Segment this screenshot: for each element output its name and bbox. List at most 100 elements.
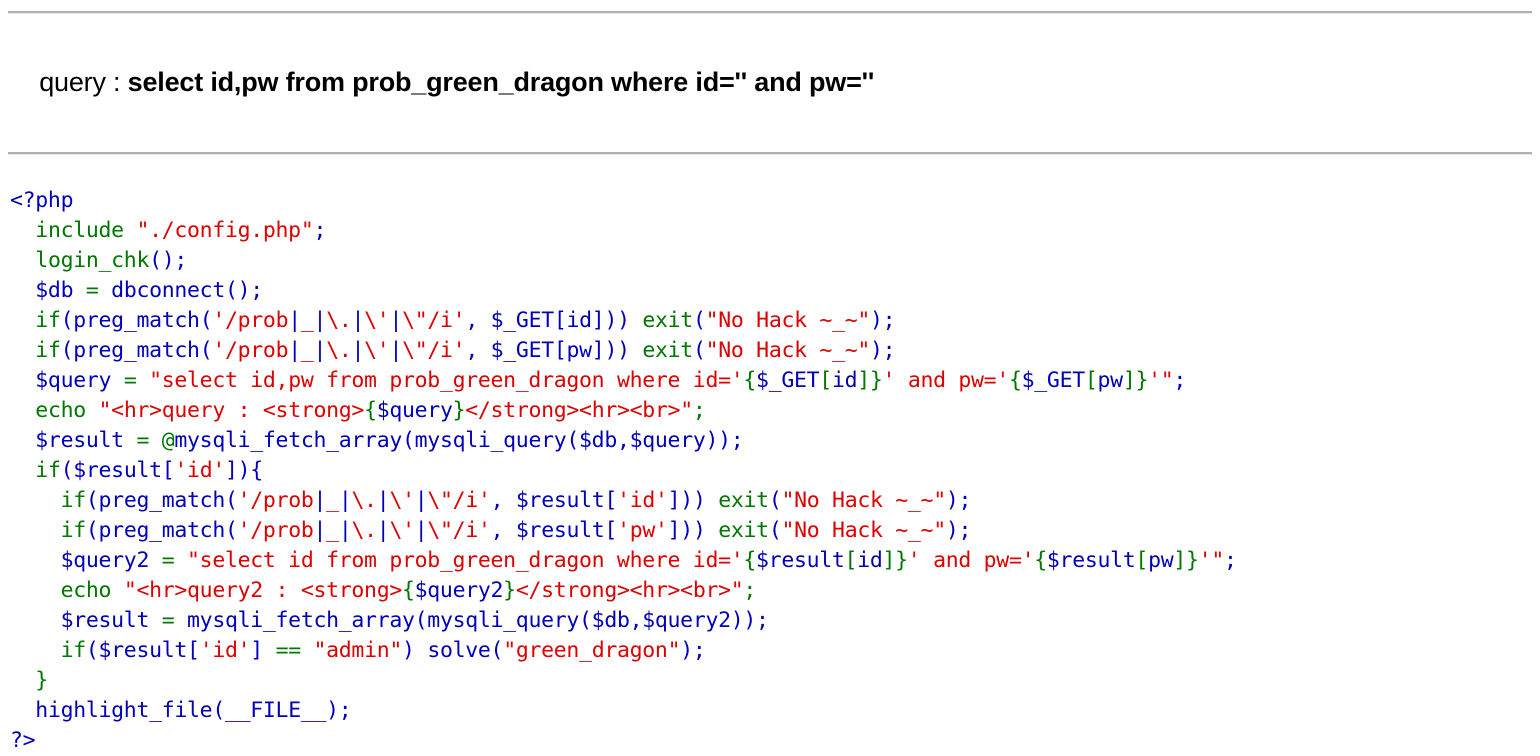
code-token: </strong><hr><br>" bbox=[465, 398, 693, 423]
code-token: = bbox=[85, 278, 112, 303]
code-token: , $result[ bbox=[490, 488, 618, 513]
code-token: id bbox=[857, 548, 883, 573]
code-token: ])) bbox=[667, 488, 719, 513]
code-token: | bbox=[288, 338, 301, 363]
code-token: if bbox=[60, 638, 87, 663]
code-line: if($result['id'] == "admin") solve("gree… bbox=[10, 636, 1540, 666]
code-token: | bbox=[351, 308, 365, 333]
code-line: if($result['id']){ bbox=[10, 456, 1540, 486]
code-line: $result = @mysqli_fetch_array(mysqli_que… bbox=[10, 426, 1540, 456]
code-token: "No Hack ~_~" bbox=[705, 338, 871, 363]
code-token: { bbox=[1008, 368, 1022, 393]
code-token: $db bbox=[10, 278, 86, 303]
code-token: [ bbox=[1084, 368, 1098, 393]
code-token: ( bbox=[224, 488, 238, 513]
code-token: 'id' bbox=[199, 638, 251, 663]
code-token: \. bbox=[326, 338, 352, 363]
code-token: if bbox=[35, 458, 61, 483]
code-token: \"/i' bbox=[427, 518, 491, 543]
code-token: } bbox=[35, 668, 48, 693]
code-token: \"/i' bbox=[427, 488, 491, 513]
code-token: $_GET bbox=[756, 368, 820, 393]
php-source-page: query : select id,pw from prob_green_dra… bbox=[0, 11, 1540, 756]
code-token: "No Hack ~_~" bbox=[705, 308, 871, 333]
code-token: , $result[ bbox=[490, 518, 618, 543]
code-token: ($result[ bbox=[85, 638, 200, 663]
code-token: ($db,$query2)); bbox=[579, 608, 769, 633]
code-token: { bbox=[743, 368, 757, 393]
code-line: } bbox=[10, 666, 1540, 696]
code-token: preg_match bbox=[73, 338, 200, 363]
code-token: exit bbox=[642, 308, 693, 333]
code-token: | bbox=[338, 518, 352, 543]
code-token: | bbox=[376, 488, 390, 513]
code-line: echo "<hr>query2 : <strong>{$query2}</st… bbox=[10, 576, 1540, 606]
code-token: if bbox=[35, 338, 61, 363]
code-token: ); bbox=[680, 638, 706, 663]
code-token: = bbox=[161, 608, 188, 633]
code-line: echo "<hr>query : <strong>{$query}</stro… bbox=[10, 396, 1540, 426]
code-token: , $_GET[ bbox=[465, 338, 567, 363]
code-token: , $_GET[ bbox=[465, 308, 567, 333]
code-token: '/prob bbox=[212, 308, 289, 333]
code-token: '/prob bbox=[237, 518, 314, 543]
code-token: = bbox=[161, 548, 188, 573]
code-token: | bbox=[414, 488, 428, 513]
code-token: id bbox=[566, 308, 593, 333]
code-token: ( bbox=[199, 338, 213, 363]
code-token: | bbox=[313, 338, 327, 363]
code-token: { bbox=[401, 578, 415, 603]
code-line: if(preg_match('/prob|_|\.|\'|\"/i', $_GE… bbox=[10, 336, 1540, 366]
code-token: | bbox=[313, 488, 327, 513]
code-line: if(preg_match('/prob|_|\.|\'|\"/i', $res… bbox=[10, 486, 1540, 516]
code-token: { bbox=[1034, 548, 1047, 573]
code-token: \"/i' bbox=[402, 338, 466, 363]
code-line: $result = mysqli_fetch_array(mysqli_quer… bbox=[10, 606, 1540, 636]
code-token: $query bbox=[10, 368, 124, 393]
code-token: exit bbox=[718, 488, 769, 513]
line-break-spacer bbox=[0, 166, 1540, 186]
code-token: \. bbox=[351, 518, 377, 543]
code-token: "<hr>query : <strong> bbox=[98, 398, 365, 423]
code-token: $query2 bbox=[414, 578, 504, 603]
code-token: ])) bbox=[667, 518, 719, 543]
code-token: $query2 bbox=[10, 548, 162, 573]
code-token: solve bbox=[427, 638, 491, 663]
code-token: ; bbox=[743, 578, 757, 603]
code-token: \. bbox=[326, 308, 352, 333]
code-token: "<hr>query2 : <strong> bbox=[123, 578, 402, 603]
code-token: ]} bbox=[882, 548, 909, 573]
code-token: ) bbox=[402, 638, 428, 663]
code-token: ( bbox=[402, 428, 415, 453]
code-token: ; bbox=[1223, 548, 1237, 573]
code-token: | bbox=[414, 518, 428, 543]
code-token: ); bbox=[945, 518, 972, 543]
code-token: '/prob bbox=[237, 488, 314, 513]
code-token: _ bbox=[326, 518, 339, 543]
code-token: 'id' bbox=[617, 488, 668, 513]
code-token: ( bbox=[692, 338, 706, 363]
code-line: ?> bbox=[10, 726, 1540, 756]
code-token: ] bbox=[250, 638, 276, 663]
code-token: | bbox=[389, 308, 403, 333]
code-token: ; bbox=[313, 218, 327, 243]
code-token: ( bbox=[85, 488, 99, 513]
code-token: '" bbox=[1198, 548, 1225, 573]
code-token: ($result[ bbox=[60, 458, 175, 483]
code-token: _ bbox=[300, 308, 314, 333]
code-line: login_chk(); bbox=[10, 246, 1540, 276]
code-token: \' bbox=[389, 518, 415, 543]
highlighted-php-source: <?php include "./config.php"; login_chk(… bbox=[0, 186, 1540, 756]
code-token: ( bbox=[60, 338, 74, 363]
code-line: include "./config.php"; bbox=[10, 216, 1540, 246]
code-token: preg_match bbox=[98, 518, 226, 543]
code-token: exit bbox=[718, 518, 769, 543]
query-value: select id,pw from prob_green_dragon wher… bbox=[127, 67, 875, 97]
code-token: exit bbox=[642, 338, 693, 363]
code-token: ])) bbox=[591, 338, 643, 363]
